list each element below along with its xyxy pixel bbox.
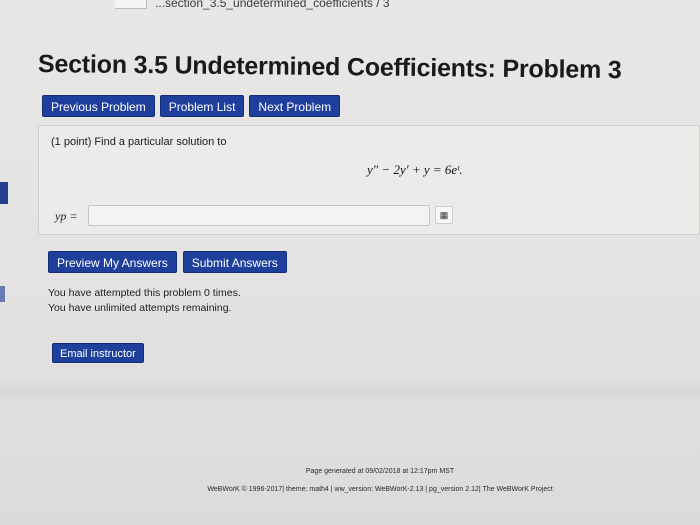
problem-list-button[interactable]: Problem List: [159, 95, 245, 117]
previous-problem-button[interactable]: Previous Problem: [42, 95, 155, 117]
attempts-text: You have attempted this problem 0 times.: [48, 287, 241, 299]
email-instructor-button[interactable]: Email instructor: [52, 343, 144, 363]
problem-equation: y″ − 2y′ + y = 6eᵗ.: [367, 162, 463, 177]
grid-icon: ▦: [439, 209, 449, 220]
side-tab[interactable]: [0, 182, 8, 204]
problem-statement: (1 point) Find a particular solution to: [51, 136, 227, 148]
attempt-status: You have attempted this problem 0 times.…: [48, 286, 241, 316]
submit-answers-button[interactable]: Submit Answers: [182, 251, 287, 273]
page-generated-text: Page generated at 09/02/2018 at 12:17pm …: [305, 468, 455, 475]
breadcrumb: ...section_3.5_undetermined_coefficients…: [115, 0, 675, 10]
breadcrumb-text[interactable]: ...section_3.5_undetermined_coefficients…: [155, 0, 390, 10]
browser-tab[interactable]: [115, 0, 147, 9]
answer-label: yp =: [55, 209, 78, 223]
answer-input[interactable]: [88, 205, 430, 226]
problem-box: (1 point) Find a particular solution to …: [38, 125, 700, 235]
footer: Page generated at 09/02/2018 at 12:17pm …: [0, 468, 700, 493]
equation-editor-button[interactable]: ▦: [435, 206, 453, 224]
next-problem-button[interactable]: Next Problem: [249, 95, 341, 117]
page: ...section_3.5_undetermined_coefficients…: [0, 0, 700, 525]
page-title: Section 3.5 Undetermined Coefficients: P…: [37, 50, 622, 85]
divider: [0, 380, 700, 402]
problem-nav: Previous Problem Problem List Next Probl…: [42, 95, 341, 119]
remaining-text: You have unlimited attempts remaining.: [48, 302, 232, 314]
credits-text: WeBWorK © 1996-2017| theme: math4 | ww_v…: [207, 486, 553, 493]
answer-actions: Preview My Answers Submit Answers: [48, 251, 287, 273]
preview-answers-button[interactable]: Preview My Answers: [48, 251, 177, 273]
side-tab-secondary[interactable]: [0, 286, 5, 302]
